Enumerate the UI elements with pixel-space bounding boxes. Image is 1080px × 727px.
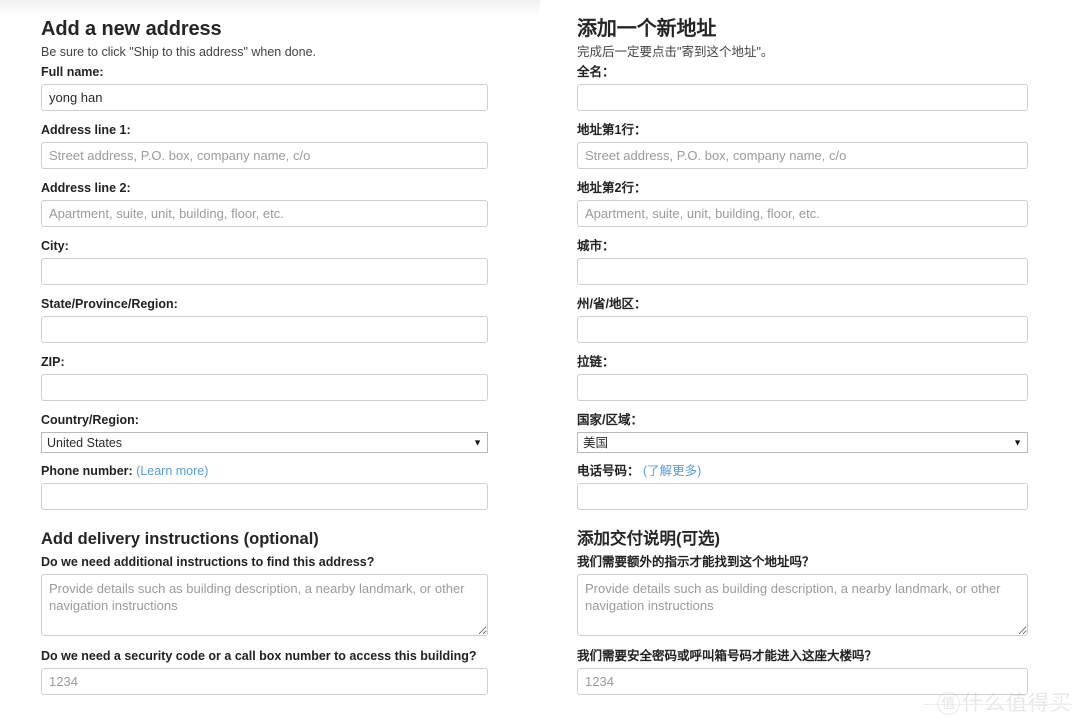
textarea-instructions-chinese[interactable] [577, 574, 1028, 636]
label-city-english: City: [41, 239, 69, 253]
field-group-zip-english: ZIP: [41, 355, 488, 401]
field-group-address2-english: Address line 2: [41, 181, 488, 227]
label-phone-text-chinese: 电话号码： [577, 464, 640, 478]
label-zip-chinese: 拉链： [577, 355, 615, 369]
page-subtitle-english: Be sure to click "Ship to this address" … [41, 45, 316, 59]
input-address2-english[interactable] [41, 200, 488, 227]
field-group-state-chinese: 州/省/地区： [577, 297, 1028, 343]
pane-english: Add a new address Be sure to click "Ship… [0, 0, 540, 727]
input-zip-english[interactable] [41, 374, 488, 401]
label-address2-chinese: 地址第2行： [577, 181, 647, 195]
address-form-page: Add a new address Be sure to click "Ship… [0, 0, 1080, 727]
field-group-country-english: Country/Region: United States ▼ [41, 413, 488, 453]
select-wrap-country-english: United States ▼ [41, 432, 488, 453]
textarea-instructions-english[interactable] [41, 574, 488, 636]
page-subtitle-chinese: 完成后一定要点击"寄到这个地址"。 [577, 45, 774, 59]
label-phone-english: Phone number: (Learn more) [41, 464, 488, 479]
field-group-address1-chinese: 地址第1行： [577, 123, 1028, 169]
field-group-phone-english: Phone number: (Learn more) [41, 464, 488, 510]
delivery-title-english: Add delivery instructions (optional) [41, 530, 319, 548]
input-address1-chinese[interactable] [577, 142, 1028, 169]
field-group-country-chinese: 国家/区域： 美国 ▼ [577, 413, 1028, 453]
field-group-address2-chinese: 地址第2行： [577, 181, 1028, 227]
question-instructions-chinese: 我们需要额外的指示才能找到这个地址吗？ [577, 555, 815, 569]
page-title-chinese: 添加一个新地址 [577, 18, 717, 40]
field-group-security-code-english: Do we need a security code or a call box… [41, 648, 488, 695]
link-learn-more-english[interactable]: (Learn more) [136, 464, 208, 478]
label-address1-english: Address line 1: [41, 123, 131, 137]
delivery-title-chinese: 添加交付说明(可选) [577, 530, 720, 548]
input-full-name-english[interactable] [41, 84, 488, 111]
input-security-code-chinese[interactable] [577, 668, 1028, 695]
field-group-security-code-chinese: 我们需要安全密码或呼叫箱号码才能进入这座大楼吗？ [577, 648, 1028, 695]
field-group-city-english: City: [41, 239, 488, 285]
label-address2-english: Address line 2: [41, 181, 131, 195]
label-country-chinese: 国家/区域： [577, 413, 643, 427]
field-group-address1-english: Address line 1: [41, 123, 488, 169]
field-group-zip-chinese: 拉链： [577, 355, 1028, 401]
input-city-chinese[interactable] [577, 258, 1028, 285]
input-address1-english[interactable] [41, 142, 488, 169]
question-instructions-english: Do we need additional instructions to fi… [41, 555, 375, 569]
field-group-instructions-chinese: 我们需要额外的指示才能找到这个地址吗？ [577, 554, 1028, 636]
page-title-english: Add a new address [41, 18, 222, 40]
label-city-chinese: 城市： [577, 239, 615, 253]
label-country-english: Country/Region: [41, 413, 139, 427]
field-group-phone-chinese: 电话号码： (了解更多) [577, 464, 1028, 510]
input-full-name-chinese[interactable] [577, 84, 1028, 111]
field-group-full-name-chinese: 全名： [577, 65, 1028, 111]
label-address1-chinese: 地址第1行： [577, 123, 647, 137]
select-country-chinese[interactable]: 美国 [577, 432, 1028, 453]
label-zip-english: ZIP: [41, 355, 65, 369]
input-city-english[interactable] [41, 258, 488, 285]
label-full-name-english: Full name: [41, 65, 104, 79]
label-phone-text-english: Phone number: [41, 464, 133, 478]
input-phone-chinese[interactable] [577, 483, 1028, 510]
input-state-chinese[interactable] [577, 316, 1028, 343]
label-state-english: State/Province/Region: [41, 297, 178, 311]
label-phone-chinese: 电话号码： (了解更多) [577, 464, 1028, 479]
select-country-english[interactable]: United States [41, 432, 488, 453]
select-wrap-country-chinese: 美国 ▼ [577, 432, 1028, 453]
input-address2-chinese[interactable] [577, 200, 1028, 227]
input-zip-chinese[interactable] [577, 374, 1028, 401]
input-phone-english[interactable] [41, 483, 488, 510]
field-group-instructions-english: Do we need additional instructions to fi… [41, 554, 488, 636]
input-security-code-english[interactable] [41, 668, 488, 695]
link-learn-more-chinese[interactable]: (了解更多) [643, 464, 701, 478]
field-group-state-english: State/Province/Region: [41, 297, 488, 343]
pane-chinese: 添加一个新地址 完成后一定要点击"寄到这个地址"。 全名： 地址第1行： 地址第… [540, 0, 1080, 727]
field-group-city-chinese: 城市： [577, 239, 1028, 285]
field-group-full-name-english: Full name: [41, 65, 488, 111]
label-full-name-chinese: 全名： [577, 65, 615, 79]
label-state-chinese: 州/省/地区： [577, 297, 647, 311]
input-state-english[interactable] [41, 316, 488, 343]
question-security-code-english: Do we need a security code or a call box… [41, 649, 477, 663]
question-security-code-chinese: 我们需要安全密码或呼叫箱号码才能进入这座大楼吗？ [577, 649, 878, 663]
